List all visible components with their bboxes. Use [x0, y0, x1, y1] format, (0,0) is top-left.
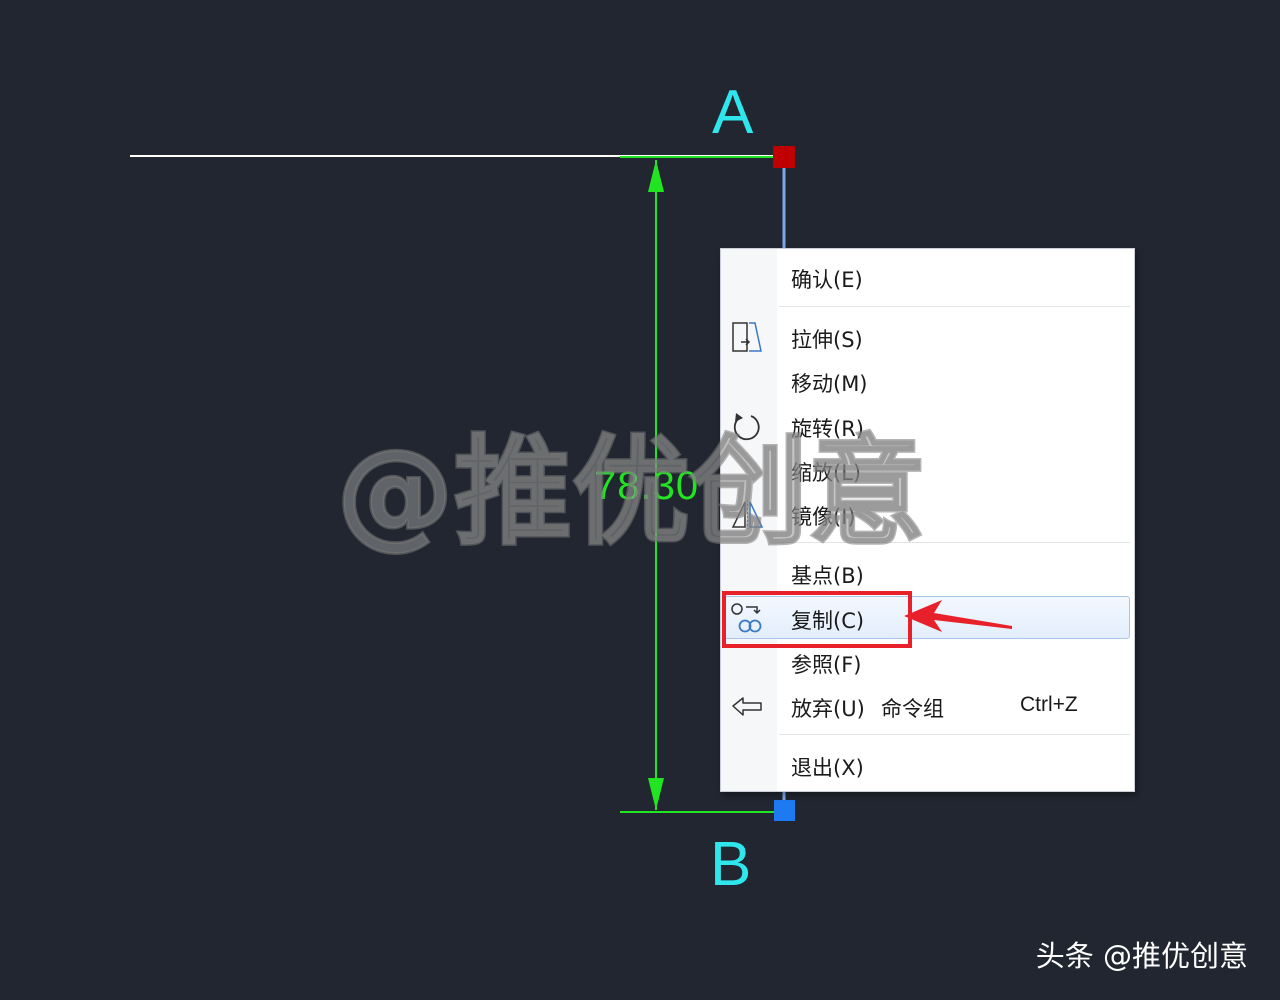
menu-item-base-point[interactable]: 基点(B) [721, 550, 1134, 594]
grip-point-b[interactable] [774, 800, 795, 821]
menu-separator [779, 734, 1130, 735]
menu-item-label: 基点(B) [791, 564, 864, 588]
menu-item-label: 放弃(U) [791, 697, 865, 721]
dimension-value: 78.30 [594, 464, 700, 508]
menu-item-label: 镜像(I) [791, 505, 856, 529]
menu-item-mirror[interactable]: 镜像(I) [721, 491, 1134, 535]
menu-item-label: 缩放(L) [791, 461, 862, 485]
menu-separator [779, 542, 1130, 543]
menu-item-label: 退出(X) [791, 756, 864, 780]
menu-item-stretch[interactable]: 拉伸(S) [721, 314, 1134, 358]
context-menu: 确认(E) 拉伸(S) 移动(M) 旋转(R) 缩放(L) 镜像(I) 基点(B… [720, 248, 1135, 792]
menu-item-undo[interactable]: 放弃(U) 命令组 Ctrl+Z [721, 683, 1134, 727]
grip-point-a[interactable] [773, 146, 795, 168]
menu-item-confirm[interactable]: 确认(E) [721, 254, 1134, 298]
menu-item-label: 拉伸(S) [791, 328, 863, 352]
menu-separator [779, 306, 1130, 307]
dimension-arrow-top [648, 160, 664, 192]
menu-item-label: 参照(F) [791, 653, 862, 677]
menu-item-label: 移动(M) [791, 372, 868, 396]
menu-item-rotate[interactable]: 旋转(R) [721, 403, 1134, 447]
annotation-arrow-icon [904, 600, 1012, 632]
menu-item-label: 旋转(R) [791, 417, 864, 441]
menu-item-label: 确认(E) [791, 268, 863, 292]
dimension-arrow-bottom [648, 778, 664, 810]
menu-item-shortcut: Ctrl+Z [1020, 693, 1078, 716]
menu-item-move[interactable]: 移动(M) [721, 358, 1134, 402]
annotation-highlight-box [722, 591, 912, 648]
menu-item-exit[interactable]: 退出(X) [721, 742, 1134, 786]
point-b-label: B [710, 830, 752, 899]
menu-item-extra: 命令组 [881, 697, 944, 721]
undo-icon [732, 697, 762, 716]
source-credit: 头条 @推优创意 [1035, 939, 1248, 973]
rotate-icon [733, 413, 760, 441]
stretch-icon [732, 322, 762, 352]
point-a-label: A [712, 78, 754, 147]
menu-item-scale[interactable]: 缩放(L) [721, 447, 1134, 491]
mirror-icon [731, 500, 764, 529]
